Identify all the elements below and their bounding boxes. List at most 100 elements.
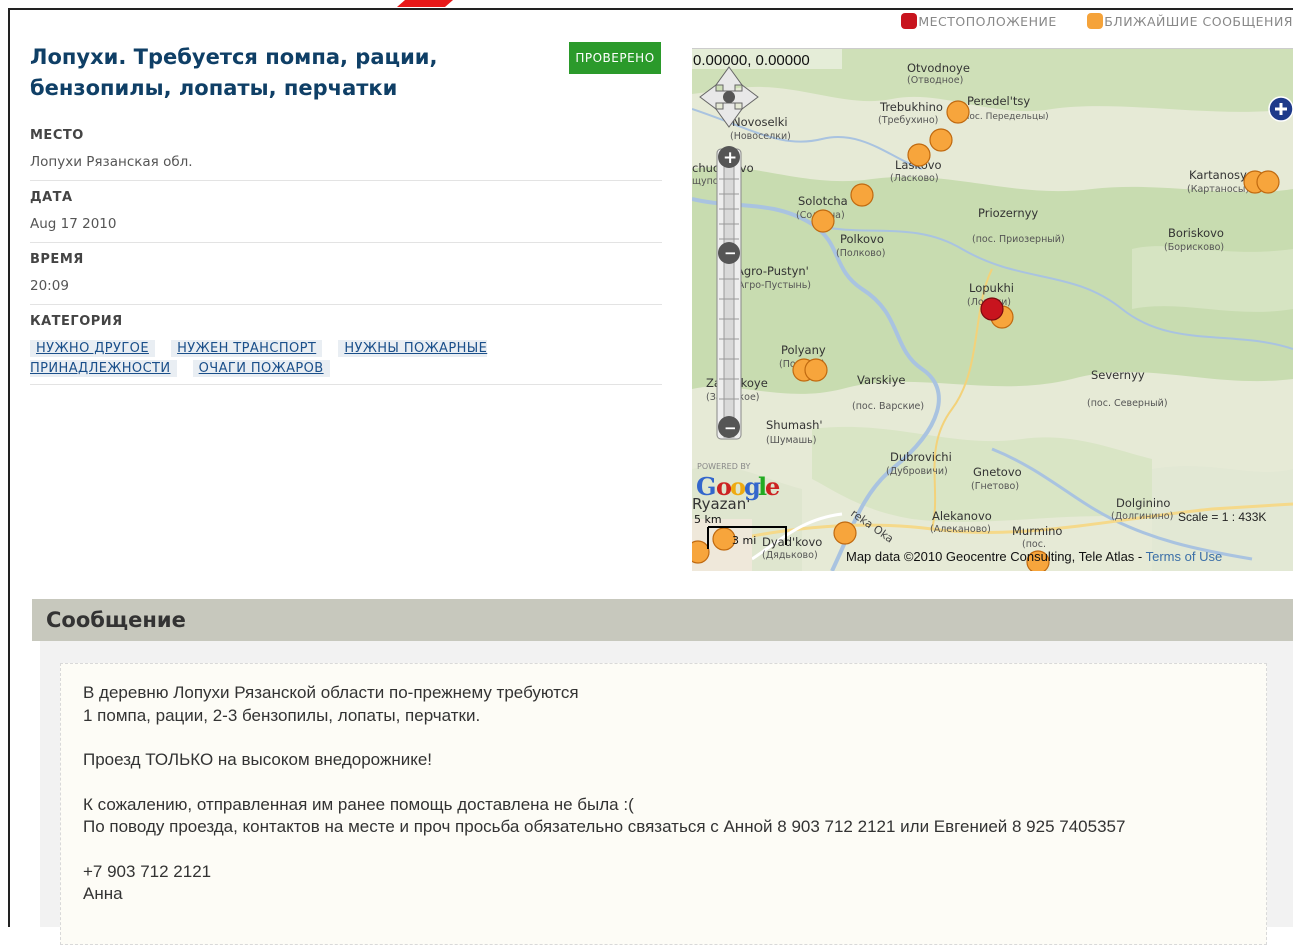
message-box: В деревню Лопухи Рязанской области по-пр… bbox=[60, 663, 1267, 945]
place-otvodnoye-ru: (Отводное) bbox=[907, 75, 963, 86]
place-kartanosy-ru: (Картаносы) bbox=[1187, 184, 1249, 195]
date-value: Aug 17 2010 bbox=[30, 216, 117, 232]
place-novoselki: Novoselki bbox=[732, 115, 788, 129]
svg-text:−: − bbox=[724, 419, 737, 437]
terms-of-use-link[interactable]: Terms of Use bbox=[1146, 549, 1223, 564]
message-heading: Сообщение bbox=[46, 608, 186, 632]
map-scale: Scale = 1 : 433K bbox=[1178, 510, 1266, 524]
place-dolginino: Dolginino bbox=[1116, 496, 1170, 510]
svg-text:Map data ©2010 Geocentre Consu: Map data ©2010 Geocentre Consulting, Tel… bbox=[846, 549, 1222, 564]
place-lopukhi: Lopukhi bbox=[969, 281, 1014, 295]
place-peredeltsy: Peredel'tsy bbox=[967, 94, 1030, 108]
date-label: ДАТА bbox=[30, 190, 73, 205]
nearby-marker[interactable] bbox=[811, 209, 835, 233]
place-trebukhino-ru: (Требухино) bbox=[878, 115, 938, 126]
time-label: ВРЕМЯ bbox=[30, 252, 84, 267]
time-value: 20:09 bbox=[30, 278, 69, 294]
field-place: МЕСТО Лопухи Рязанская обл. bbox=[30, 128, 662, 181]
message-paragraph: +7 903 712 2121 Анна bbox=[83, 861, 1243, 906]
place-murmino: Murmino bbox=[1012, 524, 1062, 538]
place-polkovo-ru: (Полково) bbox=[836, 248, 885, 259]
place-severnyy: Severnyy bbox=[1091, 368, 1145, 382]
place-severnyy-ru: (пос. Северный) bbox=[1087, 398, 1168, 409]
nearby-marker[interactable] bbox=[929, 128, 953, 152]
place-varskiye: Varskiye bbox=[857, 373, 905, 387]
zoom-out-button[interactable]: − bbox=[718, 416, 740, 438]
field-time: ВРЕМЯ 20:09 bbox=[30, 252, 662, 305]
message-header: Сообщение bbox=[32, 599, 1293, 641]
place-otvodnoye: Otvodnoye bbox=[907, 61, 970, 75]
layer-toggle-button[interactable] bbox=[1268, 96, 1293, 122]
location-marker[interactable] bbox=[980, 297, 1004, 321]
legend-location-label: МЕСТОПОЛОЖЕНИЕ bbox=[918, 13, 1057, 29]
message-line: К сожалению, отправленная им ранее помощ… bbox=[83, 794, 634, 814]
location-swatch bbox=[901, 13, 918, 29]
zoom-slider[interactable]: + − − bbox=[716, 146, 742, 440]
message-line: Анна bbox=[83, 884, 123, 903]
svg-text:+: + bbox=[723, 148, 737, 168]
place-agro-pustyn-ru: (Агро-Пустынь) bbox=[734, 280, 811, 291]
message-line: В деревню Лопухи Рязанской области по-пр… bbox=[83, 683, 579, 702]
category-tags: НУЖНО ДРУГОЕ НУЖЕН ТРАНСПОРТ НУЖНЫ ПОЖАР… bbox=[30, 339, 550, 379]
category-tag-fire-sites[interactable]: ОЧАГИ ПОЖАРОВ bbox=[192, 360, 330, 377]
nearby-marker[interactable] bbox=[833, 521, 857, 545]
field-category: КАТЕГОРИЯ НУЖНО ДРУГОЕ НУЖЕН ТРАНСПОРТ Н… bbox=[30, 314, 662, 385]
legend-location[interactable]: МЕСТОПОЛОЖЕНИЕ bbox=[901, 13, 1056, 29]
svg-text:−: − bbox=[724, 244, 737, 262]
category-tag-other[interactable]: НУЖНО ДРУГОЕ bbox=[30, 340, 155, 357]
place-polkovo: Polkovo bbox=[840, 232, 884, 246]
red-brush-mark bbox=[397, 0, 453, 7]
place-peredeltsy-ru: (пос. Передельцы) bbox=[960, 112, 1049, 122]
category-label: КАТЕГОРИЯ bbox=[30, 314, 123, 329]
nearby-marker[interactable] bbox=[907, 143, 931, 167]
message-paragraph: В деревню Лопухи Рязанской области по-пр… bbox=[83, 682, 1243, 727]
place-dubrovichi-ru: (Дубровичи) bbox=[886, 466, 948, 477]
message-paragraph: Проезд ТОЛЬКО на высоком внедорожнике! bbox=[83, 749, 1243, 772]
nearby-marker[interactable] bbox=[692, 540, 710, 564]
svg-text:5 km: 5 km bbox=[694, 513, 722, 526]
message-line: 1 помпа, рации, 2-3 бензопилы, лопаты, п… bbox=[83, 705, 481, 725]
legend-nearby[interactable]: БЛИЖАЙШИЕ СООБЩЕНИЯ bbox=[1087, 13, 1293, 29]
place-value: Лопухи Рязанская обл. bbox=[30, 154, 193, 170]
svg-text:e: e bbox=[765, 472, 780, 501]
nearby-marker[interactable] bbox=[850, 183, 874, 207]
zoom-slider-thumb[interactable]: − bbox=[718, 242, 740, 264]
message-text: В деревню Лопухи Рязанской области по-пр… bbox=[83, 682, 1243, 928]
place-boriskovo: Boriskovo bbox=[1168, 226, 1224, 240]
place-trebukhino: Trebukhino bbox=[879, 100, 943, 114]
message-paragraph: К сожалению, отправленная им ранее помощ… bbox=[83, 794, 1243, 839]
map-attribution: Map data ©2010 Geocentre Consulting, Tel… bbox=[846, 549, 1222, 564]
google-logo: G o o g l e bbox=[696, 472, 780, 501]
message-line: +7 903 712 2121 bbox=[83, 861, 212, 881]
map-canvas[interactable]: Otvodnoye (Отводное) Trebukhino (Требухи… bbox=[692, 49, 1293, 571]
message-line: По поводу проезда, контактов на месте и … bbox=[83, 817, 1126, 836]
place-novoselki-ru: (Новоселки) bbox=[730, 131, 791, 142]
svg-text:G: G bbox=[696, 472, 717, 501]
map-view[interactable]: Otvodnoye (Отводное) Trebukhino (Требухи… bbox=[692, 48, 1293, 571]
place-dubrovichi: Dubrovichi bbox=[890, 450, 952, 464]
place-agro-pustyn: Agro-Pustyn' bbox=[736, 264, 809, 278]
place-alekanovo-ru: (Алеканово) bbox=[930, 524, 991, 535]
map-coords: 0.00000, 0.00000 bbox=[693, 52, 810, 69]
category-tag-transport[interactable]: НУЖЕН ТРАНСПОРТ bbox=[171, 340, 323, 357]
place-dolginino-ru: (Долгинино) bbox=[1111, 511, 1173, 522]
place-varskiye-ru: (пос. Варские) bbox=[852, 401, 924, 412]
place-boriskovo-ru: (Борисково) bbox=[1164, 242, 1224, 253]
nearby-marker[interactable] bbox=[804, 358, 828, 382]
nearby-marker[interactable] bbox=[946, 100, 970, 124]
place-laskovo-ru: (Ласково) bbox=[890, 173, 939, 184]
place-dyadkovo: Dyad'kovo bbox=[762, 535, 822, 549]
legend-nearby-label: БЛИЖАЙШИЕ СООБЩЕНИЯ bbox=[1104, 13, 1293, 29]
message-panel: В деревню Лопухи Рязанской области по-пр… bbox=[40, 641, 1293, 945]
place-dyadkovo-ru: (Дядьково) bbox=[762, 550, 818, 561]
message-line: Проезд ТОЛЬКО на высоком внедорожнике! bbox=[83, 750, 433, 769]
place-priozernyy: Priozernyy bbox=[978, 206, 1038, 220]
place-solotcha: Solotcha bbox=[798, 194, 848, 208]
zoom-in-button[interactable]: + bbox=[718, 146, 740, 168]
place-alekanovo: Alekanovo bbox=[932, 509, 992, 523]
powered-by-label: POWERED BY bbox=[697, 462, 750, 471]
verified-badge: ПРОВЕРЕНО bbox=[569, 42, 661, 74]
report-title: Лопухи. Требуется помпа, рации, бензопил… bbox=[30, 45, 438, 100]
place-shumash: Shumash' bbox=[766, 418, 823, 432]
nearby-marker[interactable] bbox=[1256, 170, 1280, 194]
